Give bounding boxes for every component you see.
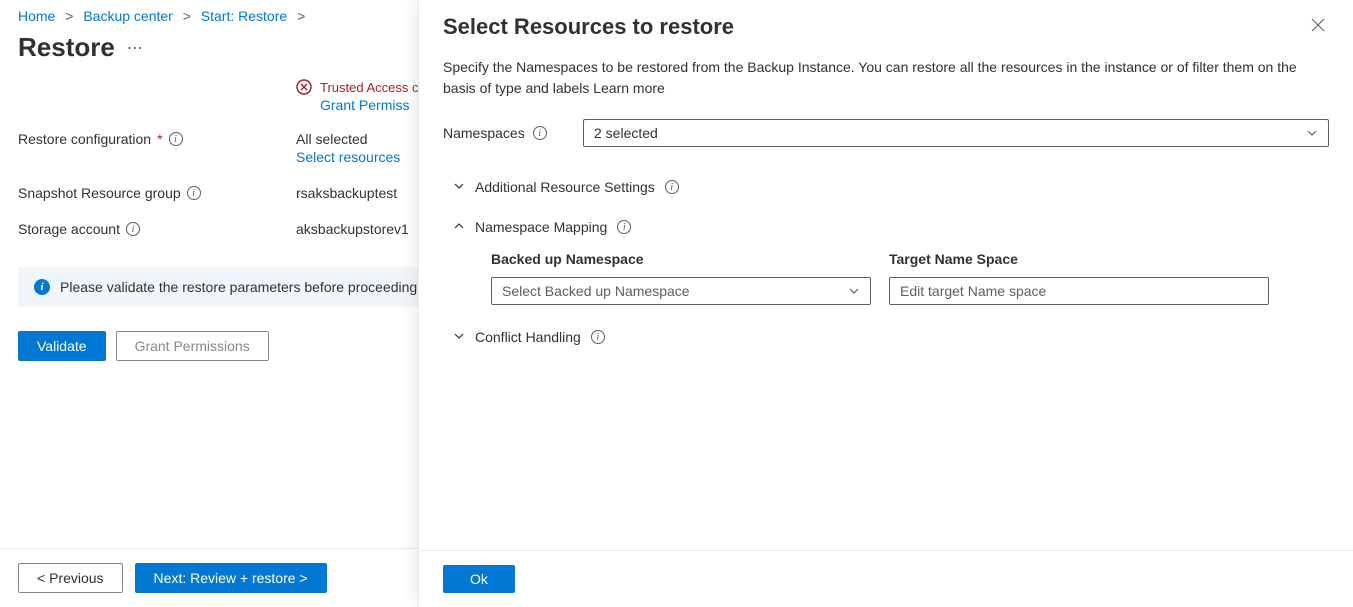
info-icon[interactable] xyxy=(591,330,605,344)
validate-button[interactable]: Validate xyxy=(18,331,106,361)
backed-up-namespace-header: Backed up Namespace xyxy=(491,251,871,267)
page-title: Restore xyxy=(18,32,115,63)
ok-button[interactable]: Ok xyxy=(443,565,515,593)
storage-account-label: Storage account xyxy=(18,221,296,237)
chevron-right-icon: > xyxy=(65,8,73,24)
next-button[interactable]: Next: Review + restore > xyxy=(135,563,327,593)
banner-text: Please validate the restore parameters b… xyxy=(60,279,417,295)
info-icon[interactable] xyxy=(533,126,547,140)
snapshot-rg-value: rsaksbackuptest xyxy=(296,185,397,201)
close-icon[interactable] xyxy=(1307,14,1329,41)
conflict-handling-accordion[interactable]: Conflict Handling xyxy=(453,321,1329,353)
info-icon[interactable] xyxy=(665,180,679,194)
namespaces-select[interactable]: 2 selected xyxy=(583,119,1329,147)
backed-up-namespace-select[interactable]: Select Backed up Namespace xyxy=(491,277,871,305)
grant-permissions-link[interactable]: Grant Permiss xyxy=(320,97,409,113)
chevron-right-icon: > xyxy=(297,8,305,24)
namespace-mapping-accordion[interactable]: Namespace Mapping xyxy=(453,211,1329,243)
info-icon xyxy=(34,279,50,295)
restore-config-label: Restore configuration* xyxy=(18,131,296,147)
additional-resource-settings-accordion[interactable]: Additional Resource Settings xyxy=(453,171,1329,203)
namespaces-label: Namespaces xyxy=(443,125,583,141)
info-icon[interactable] xyxy=(169,132,183,146)
restore-config-value: All selected xyxy=(296,131,400,147)
blade-title: Select Resources to restore xyxy=(443,14,734,40)
chevron-down-icon xyxy=(453,179,465,195)
snapshot-rg-label: Snapshot Resource group xyxy=(18,185,296,201)
select-resources-blade: Select Resources to restore Specify the … xyxy=(418,0,1353,607)
error-icon xyxy=(296,79,312,95)
breadcrumb-backup-center[interactable]: Backup center xyxy=(83,8,173,24)
breadcrumb-home[interactable]: Home xyxy=(18,8,55,24)
info-icon[interactable] xyxy=(126,222,140,236)
chevron-up-icon xyxy=(453,219,465,235)
namespace-mapping-table: Backed up Namespace Target Name Space Se… xyxy=(491,251,1329,305)
target-namespace-header: Target Name Space xyxy=(889,251,1269,267)
target-namespace-input[interactable] xyxy=(889,277,1269,305)
previous-button[interactable]: < Previous xyxy=(18,563,123,593)
grant-permissions-button[interactable]: Grant Permissions xyxy=(116,331,269,361)
storage-account-value: aksbackupstorev1 xyxy=(296,221,409,237)
blade-description: Specify the Namespaces to be restored fr… xyxy=(443,57,1329,99)
chevron-right-icon: > xyxy=(183,8,191,24)
select-resources-link[interactable]: Select resources xyxy=(296,149,400,165)
info-icon[interactable] xyxy=(617,220,631,234)
info-icon[interactable] xyxy=(187,186,201,200)
chevron-down-icon xyxy=(453,329,465,345)
more-icon[interactable]: ⋯ xyxy=(127,38,144,58)
breadcrumb-start-restore[interactable]: Start: Restore xyxy=(201,8,287,24)
